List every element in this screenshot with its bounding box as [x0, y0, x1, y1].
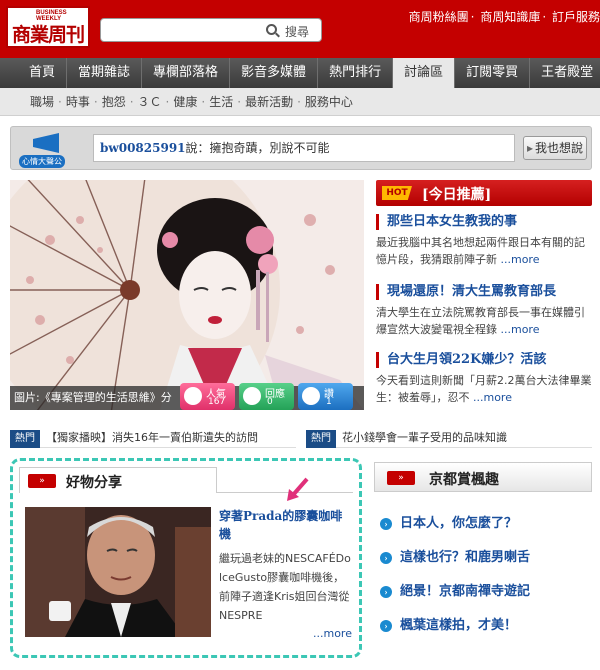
goods-more-link[interactable]: ...more [313, 627, 352, 640]
today-picks: HOT [今日推薦] 那些日本女生教我的事 最近我腦中其名地想起兩件跟日本有關的… [376, 180, 592, 414]
double-arrow-icon: » [28, 474, 56, 488]
pink-arrow-icon [287, 477, 309, 501]
nav-columns-blog[interactable]: 專欄部落格 [142, 58, 231, 88]
pick-title[interactable]: 台大生月領22K嫌少？活該 [376, 352, 592, 368]
nav-current-issue[interactable]: 當期雜誌 [67, 58, 143, 88]
pick-item: 台大生月領22K嫌少？活該 今天看到這則新聞「月薪2.2萬台大法律畢業生：被羞辱… [376, 352, 592, 406]
goods-desc: 繼玩過老妹的NESCAFÉDolceGusto膠囊咖啡機後，前陣子適逢Kris姐… [219, 552, 351, 622]
kyoto-item[interactable]: › 絕景！京都南禪寺遊記 [380, 582, 530, 602]
speech-bubble-icon [243, 387, 261, 405]
pick-title[interactable]: 那些日本女生教我的事 [376, 214, 592, 230]
arrow-bullet-icon: › [380, 517, 392, 530]
hot-tag: 熱門 [10, 430, 40, 448]
double-arrow-icon: » [387, 471, 415, 485]
pick-item: 現場還原！清大生罵教育部長 清大學生在立法院罵教育部長一事在媒體引爆宣然大波變電… [376, 284, 592, 338]
search-box[interactable]: 搜尋 [100, 18, 322, 42]
megaphone-horn [33, 133, 59, 153]
arrow-bullet-icon: › [380, 551, 392, 564]
replies-stat[interactable]: 回應 0 [239, 383, 294, 410]
site-logo[interactable]: BUSINESS WEEKLY 商業周刊 [6, 6, 90, 48]
views-count: 167 [208, 397, 226, 407]
pick-more-link[interactable]: ...more [473, 391, 512, 404]
pick-title[interactable]: 現場還原！清大生罵教育部長 [376, 284, 592, 300]
pick-more-link[interactable]: ...more [501, 253, 540, 266]
sub-nav: 職場 · 時事 · 抱怨 · ３Ｃ · 健康 · 生活 · 最新活動 · 服務中心 [0, 88, 600, 116]
hot-tag: 熱門 [306, 430, 336, 448]
likes-count: 1 [326, 397, 332, 407]
nav-hall-of-kings[interactable]: 王者殿堂 [530, 58, 600, 88]
kyoto-item[interactable]: › 日本人，你怎麼了？ [380, 514, 517, 534]
shout-message: bw00825991說：擁抱奇蹟，別說不可能 [93, 134, 515, 162]
geisha-umbrella-illustration [10, 180, 364, 410]
pick-desc: 最近我腦中其名地想起兩件跟日本有關的記憶片段，我猜跟前陣子新 ...more [376, 236, 585, 266]
search-icon[interactable] [266, 24, 277, 35]
arrow-bullet-icon: › [380, 619, 392, 632]
nav-multimedia[interactable]: 影音多媒體 [230, 58, 319, 88]
site-header: BUSINESS WEEKLY 商業周刊 搜尋 商周粉絲團 · 商周知識庫 · 訂戶… [0, 0, 600, 58]
likes-stat[interactable]: 讚 1 [298, 383, 353, 410]
nav-forum[interactable]: 討論區 [393, 58, 456, 88]
subnav-current-affairs[interactable]: 時事 [66, 93, 90, 110]
shout-user-link[interactable]: bw00825991 [100, 141, 186, 155]
today-title: [今日推薦] [422, 187, 492, 203]
goods-tab[interactable]: » 好物分享 [19, 467, 217, 493]
shout-text: 說：擁抱奇蹟，別說不可能 [185, 141, 330, 155]
top-link-fans[interactable]: 商周粉絲團 [409, 10, 469, 24]
thumbs-up-icon [302, 387, 320, 405]
logo-title: 商業周刊 [12, 24, 85, 46]
hot-ticker: 熱門 【獨家播映】消失16年一賣伯斯遺失的訪問 熱門 花小錢學會一輩子受用的品味知識 [10, 428, 592, 448]
kyoto-item[interactable]: › 這樣也行？和鹿男喇舌 [380, 548, 530, 568]
subnav-health[interactable]: 健康 [173, 93, 197, 110]
kyoto-title: 京都賞楓趣 [429, 472, 499, 488]
top-links: 商周粉絲團 · 商周知識庫 · 訂戶服務 [408, 10, 600, 24]
nav-subscribe[interactable]: 訂閱零買 [455, 58, 531, 88]
person-icon [184, 387, 202, 405]
ticker-link[interactable]: 花小錢學會一輩子受用的品味知識 [342, 431, 507, 444]
shout-icon-caption: 心情大聲公 [19, 155, 65, 168]
subnav-service-center[interactable]: 服務中心 [305, 93, 353, 110]
hot-badge: HOT [382, 186, 412, 200]
top-link-subscriber[interactable]: 訂戶服務 [552, 10, 600, 24]
arrow-bullet-icon: › [380, 585, 392, 598]
ticker-item: 熱門 花小錢學會一輩子受用的品味知識 [306, 428, 592, 448]
top-link-knowledge[interactable]: 商周知識庫 [480, 10, 540, 24]
replies-count: 0 [267, 397, 273, 407]
pick-desc: 清大學生在立法院罵教育部長一事在媒體引爆宣然大波變電視全程錄 ...more [376, 306, 585, 336]
megaphone-icon: 心情大聲公 [17, 131, 79, 169]
subnav-complaints[interactable]: 抱怨 [102, 93, 126, 110]
subnav-latest-events[interactable]: 最新活動 [245, 93, 293, 110]
pick-more-link[interactable]: ...more [501, 323, 540, 336]
kyoto-header: » 京都賞楓趣 [374, 462, 592, 492]
pick-item: 那些日本女生教我的事 最近我腦中其名地想起兩件跟日本有關的記憶片段，我猜跟前陣子… [376, 214, 592, 268]
search-button-label[interactable]: 搜尋 [285, 23, 309, 40]
goods-headline[interactable]: 穿著Prada的膠囊咖啡機 [219, 507, 349, 543]
shout-button[interactable]: 我也想說 [523, 136, 587, 160]
views-stat[interactable]: 人氣 167 [180, 383, 235, 410]
main-nav: 首頁 當期雜誌 專欄部落格 影音多媒體 熱門排行 討論區 訂閱零買 王者殿堂 [0, 58, 600, 88]
nav-top-ranking[interactable]: 熱門排行 [318, 58, 394, 88]
today-header: HOT [今日推薦] [376, 180, 592, 206]
coffee-man-illustration [25, 507, 211, 637]
feature-image[interactable]: 圖片:《專案管理的生活思維》分 人氣 167 回應 0 讚 1 [10, 180, 364, 410]
subnav-workplace[interactable]: 職場 [30, 93, 54, 110]
kyoto-item[interactable]: › 楓葉這樣拍，才美！ [380, 616, 517, 636]
subnav-3c[interactable]: ３Ｃ [138, 93, 162, 110]
nav-home[interactable]: 首頁 [18, 58, 68, 88]
shout-bar: 心情大聲公 bw00825991說：擁抱奇蹟，別說不可能 我也想說 [10, 126, 592, 170]
subnav-life[interactable]: 生活 [209, 93, 233, 110]
goods-share-panel: » 好物分享 穿著Prada的膠囊咖啡機 繼玩過老妹的NESCAFÉDolceG… [10, 458, 362, 658]
ticker-item: 熱門 【獨家播映】消失16年一賣伯斯遺失的訪問 [10, 428, 296, 448]
kyoto-panel: » 京都賞楓趣 › 日本人，你怎麼了？ › 這樣也行？和鹿男喇舌 › 絕景！京都南禪寺… [374, 462, 592, 658]
ticker-link[interactable]: 【獨家播映】消失16年一賣伯斯遺失的訪問 [46, 431, 258, 444]
coffee-man-photo[interactable] [25, 507, 211, 637]
pick-desc: 今天看到這則新聞「月薪2.2萬台大法律畢業生：被羞辱」，忍不 ...more [376, 374, 592, 404]
goods-title: 好物分享 [66, 475, 122, 491]
